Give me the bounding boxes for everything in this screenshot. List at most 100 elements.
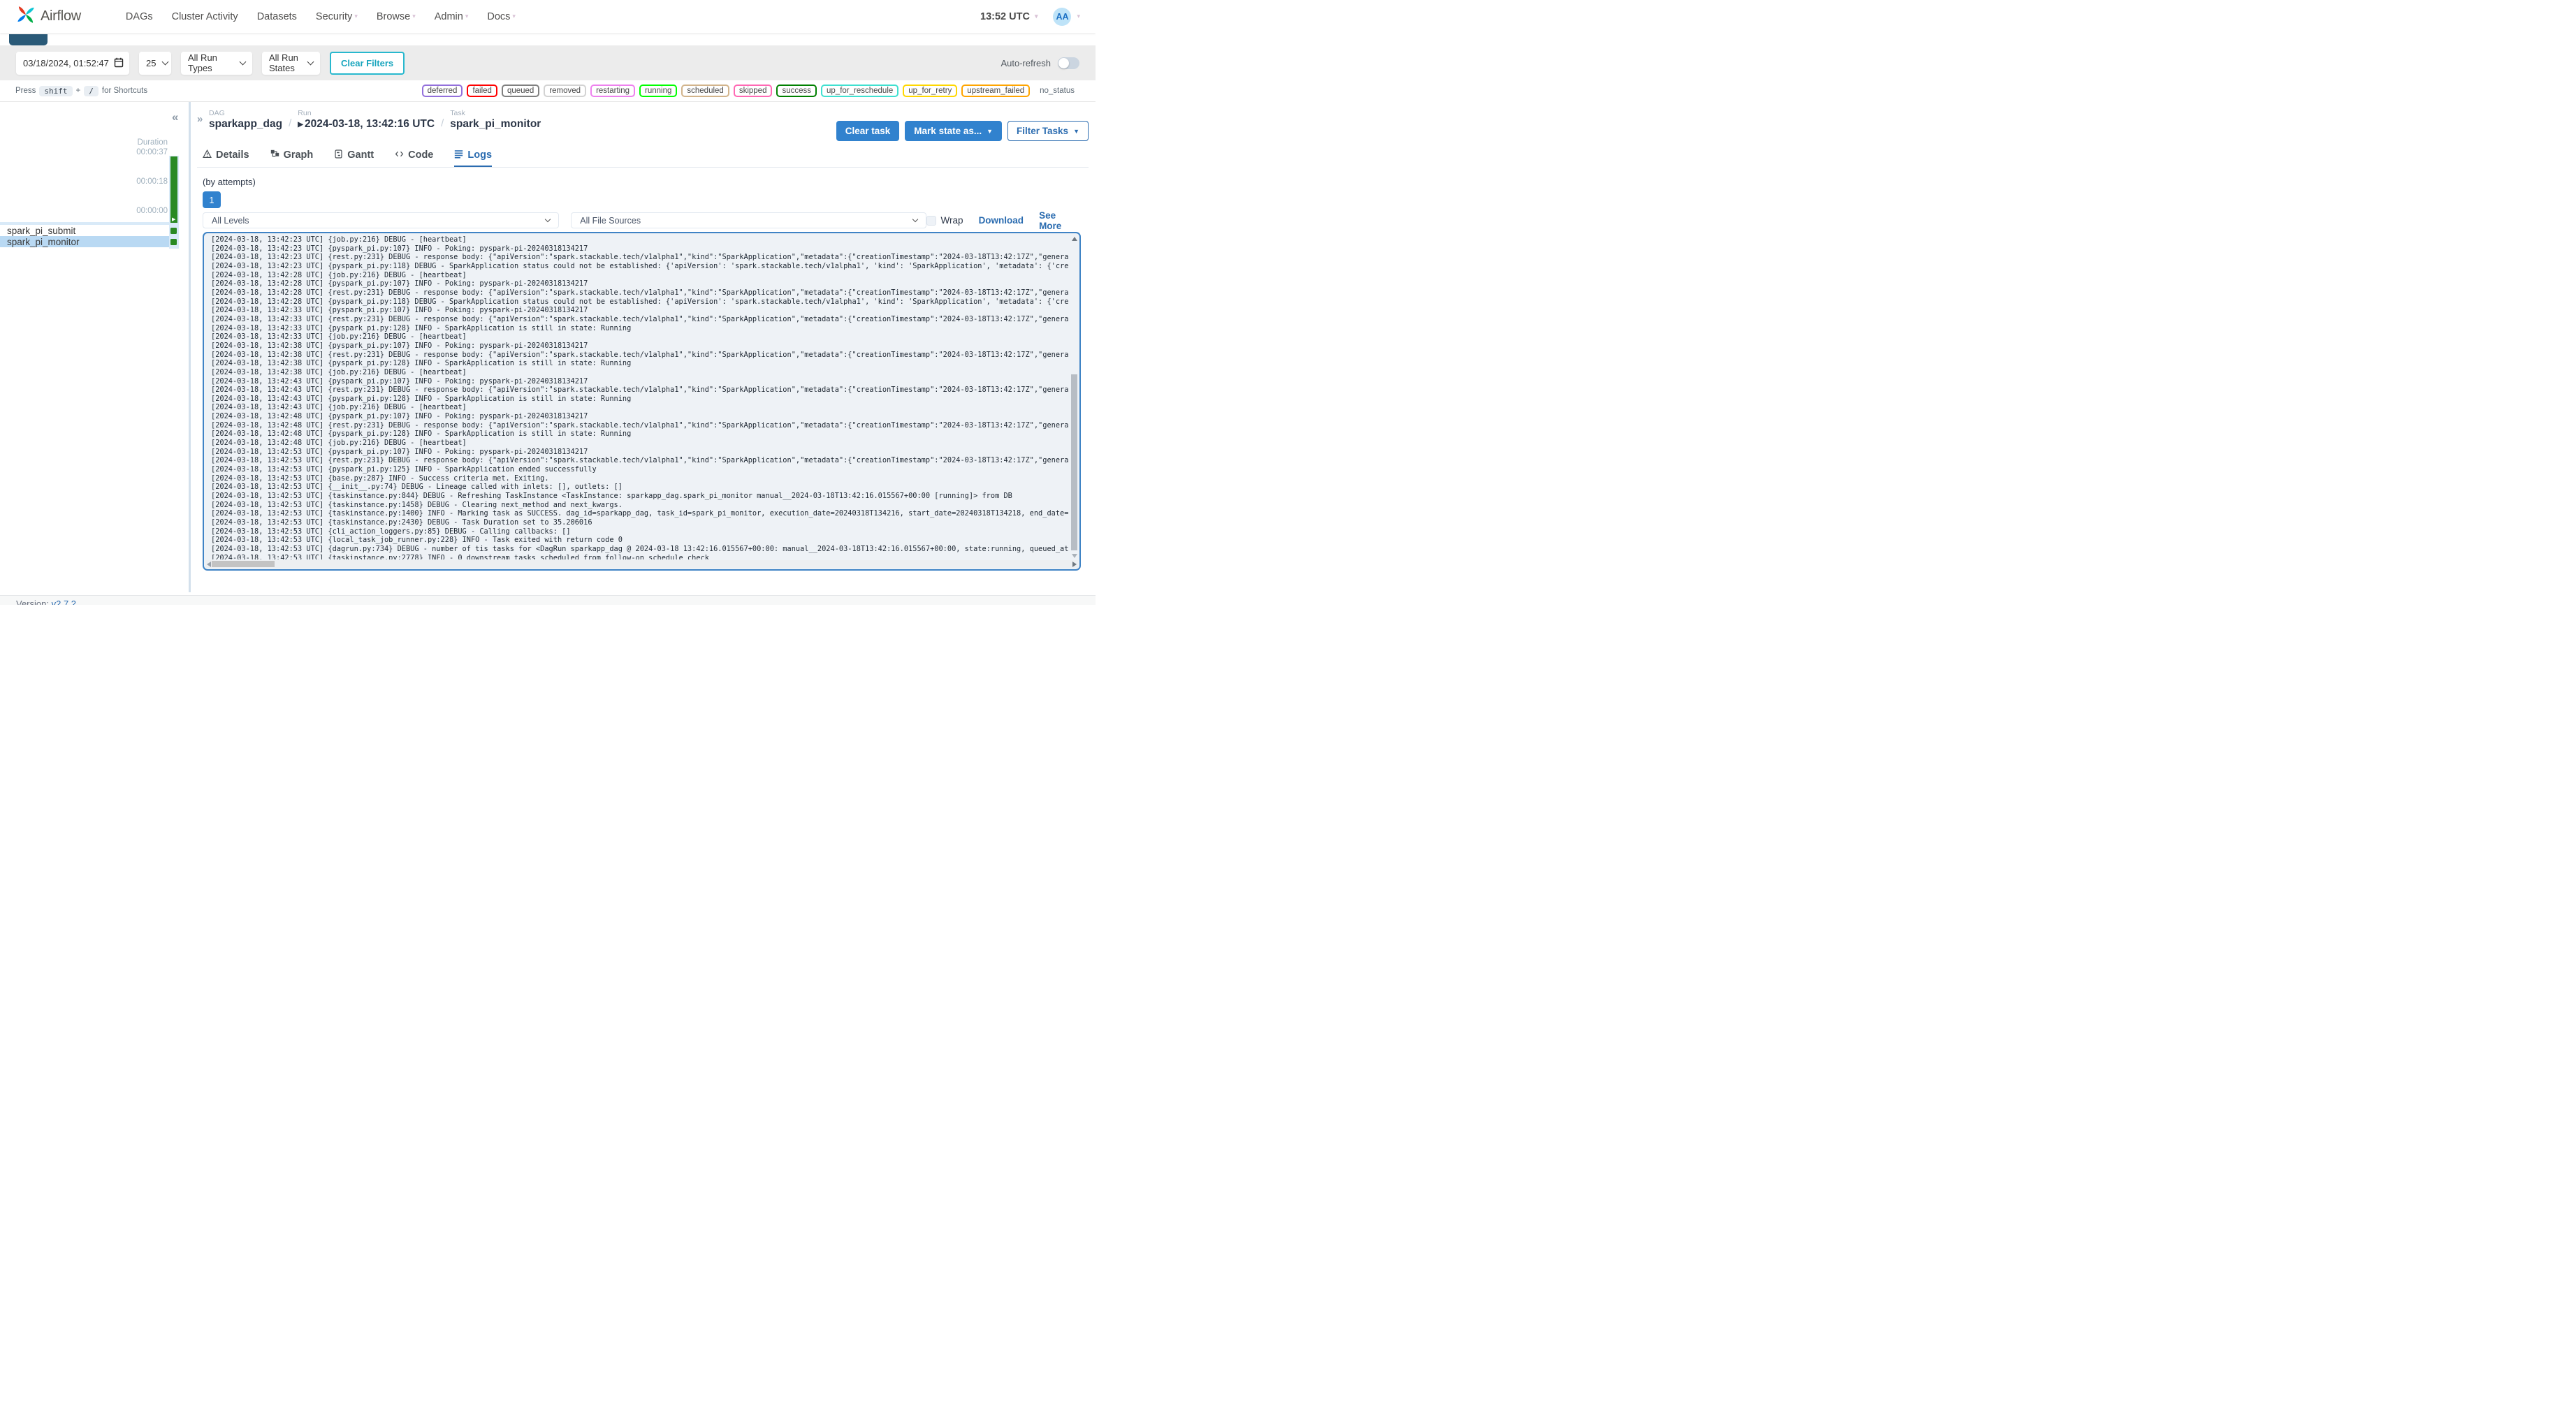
chevron-down-icon — [307, 58, 314, 65]
vertical-scrollbar-thumb[interactable] — [1071, 374, 1077, 550]
task-link[interactable]: spark_pi_monitor — [450, 118, 541, 131]
nav-admin[interactable]: Admin ▾ — [435, 11, 469, 22]
run-duration-bar[interactable]: ▶ — [170, 156, 177, 223]
log-line: [2024-03-18, 13:42:28 UTC] {rest.py:231}… — [211, 288, 1068, 297]
scroll-down-arrow-icon[interactable] — [1072, 554, 1077, 558]
chevron-down-icon: ▾ — [465, 13, 469, 20]
log-level-select[interactable]: All Levels — [203, 212, 560, 228]
log-line: [2024-03-18, 13:42:28 UTC] {pyspark_pi.p… — [211, 297, 1068, 306]
version-link[interactable]: v2.7.2 — [52, 599, 76, 605]
attempt-1-button[interactable]: 1 — [203, 191, 221, 208]
top-navbar: Airflow DAGs Cluster Activity Datasets S… — [0, 0, 1096, 33]
log-line: [2024-03-18, 13:42:23 UTC] {job.py:216} … — [211, 235, 467, 244]
task-status-square[interactable] — [170, 238, 177, 245]
shift-keycap: shift — [39, 85, 73, 96]
chevron-down-icon: ▾ — [512, 13, 516, 20]
filter-tasks-button[interactable]: Filter Tasks ▼ — [1007, 121, 1089, 141]
mark-state-button[interactable]: Mark state as... ▼ — [905, 121, 1003, 141]
wrap-label: Wrap — [940, 215, 963, 226]
chevron-down-icon: ▾ — [1077, 13, 1080, 20]
breadcrumb: DAG sparkapp_dag / Run ▶ 2024-03-18, 13:… — [209, 109, 541, 131]
tab-logs[interactable]: Logs — [454, 147, 492, 168]
status-badge[interactable]: removed — [544, 85, 587, 97]
download-log-link[interactable]: Download — [979, 215, 1024, 226]
log-line: [2024-03-18, 13:42:33 UTC] {job.py:216} … — [211, 332, 467, 342]
task-row[interactable]: spark_pi_monitor — [0, 236, 179, 247]
graph-nodes-icon — [270, 149, 279, 161]
panel-resizer-handle[interactable] — [189, 102, 191, 592]
nav-datasets[interactable]: Datasets — [257, 11, 297, 22]
collapse-panel-icon[interactable]: « — [172, 110, 178, 124]
scroll-up-arrow-icon[interactable] — [1072, 237, 1077, 241]
main-content: « Duration 00:00:37 00:00:18 00:00:00 ▶ sp… — [0, 101, 1096, 592]
run-link[interactable]: ▶ 2024-03-18, 13:42:16 UTC — [298, 118, 435, 131]
log-line: [2024-03-18, 13:42:33 UTC] {pyspark_pi.p… — [211, 323, 632, 332]
scroll-right-arrow-icon[interactable] — [1072, 562, 1077, 567]
chevron-down-icon — [239, 58, 247, 65]
nav-security[interactable]: Security ▾ — [316, 11, 358, 22]
timezone-selector[interactable]: 13:52 UTC ▾ — [980, 11, 1038, 22]
status-badge[interactable]: upstream_failed — [961, 85, 1031, 97]
chevron-down-icon: ▾ — [1034, 13, 1038, 20]
vertical-scrollbar[interactable] — [1070, 235, 1078, 560]
user-avatar[interactable]: AA — [1053, 7, 1072, 26]
tab-details[interactable]: Details — [203, 147, 249, 168]
axis-tick-label: 00:00:37 — [136, 148, 168, 156]
nav-browse[interactable]: Browse ▾ — [377, 11, 416, 22]
nav-docs[interactable]: Docs ▾ — [487, 11, 516, 22]
auto-refresh-toggle[interactable] — [1058, 57, 1079, 69]
chevron-down-icon — [162, 58, 169, 65]
page-footer: Version: v2.7.2 — [0, 595, 1096, 605]
run-types-select[interactable]: All Run Types — [181, 51, 252, 75]
chevron-down-icon: ▼ — [1073, 127, 1079, 135]
tab-code[interactable]: Code — [395, 147, 433, 168]
scroll-left-arrow-icon[interactable] — [207, 562, 211, 567]
horizontal-scrollbar-thumb[interactable] — [212, 561, 275, 567]
horizontal-scrollbar[interactable] — [205, 560, 1078, 568]
log-line: [2024-03-18, 13:42:28 UTC] {pyspark_pi.p… — [211, 279, 588, 288]
task-row[interactable]: spark_pi_submit — [0, 225, 179, 236]
status-badge[interactable]: failed — [467, 85, 497, 97]
status-badge[interactable]: queued — [501, 85, 540, 97]
brand-text: Airflow — [41, 8, 81, 24]
status-badge[interactable]: scheduled — [681, 85, 729, 97]
log-line: [2024-03-18, 13:42:28 UTC] {job.py:216} … — [211, 270, 467, 279]
nav-dags[interactable]: DAGs — [126, 11, 153, 22]
run-states-select[interactable]: All Run States — [262, 51, 320, 75]
log-line: [2024-03-18, 13:42:33 UTC] {rest.py:231}… — [211, 314, 1068, 323]
status-badge[interactable]: up_for_reschedule — [821, 85, 899, 97]
expand-panel-icon[interactable]: » — [197, 113, 203, 125]
shortcuts-hint: Press shift + / for Shortcuts — [15, 85, 148, 96]
status-badge[interactable]: running — [639, 85, 678, 97]
status-badge[interactable]: up_for_retry — [903, 85, 958, 97]
dag-link[interactable]: sparkapp_dag — [209, 118, 282, 131]
see-more-link[interactable]: See More — [1039, 210, 1081, 231]
task-name: spark_pi_monitor — [7, 236, 80, 247]
nav-cluster-activity[interactable]: Cluster Activity — [172, 11, 238, 22]
log-line: [2024-03-18, 13:42:43 UTC] {pyspark_pi.p… — [211, 376, 588, 386]
calendar-icon[interactable] — [114, 57, 124, 71]
log-line: [2024-03-18, 13:42:43 UTC] {pyspark_pi.p… — [211, 394, 632, 403]
clear-task-button[interactable]: Clear task — [836, 121, 900, 141]
chevron-down-icon: ▾ — [354, 13, 358, 20]
status-badge[interactable]: restarting — [590, 85, 636, 97]
task-status-square[interactable] — [170, 227, 177, 234]
status-badge[interactable]: skipped — [733, 85, 773, 97]
wrap-checkbox[interactable] — [926, 215, 936, 226]
manual-run-play-icon: ▶ — [298, 120, 303, 129]
page-size-select[interactable]: 25 — [139, 51, 171, 75]
navbar-right: 13:52 UTC ▾ AA ▾ — [980, 7, 1080, 26]
status-badge[interactable]: no_status — [1034, 85, 1080, 97]
airflow-logo[interactable]: Airflow — [15, 2, 81, 31]
tab-graph[interactable]: Graph — [270, 147, 313, 168]
status-badge[interactable]: deferred — [421, 85, 463, 97]
log-line: [2024-03-18, 13:42:53 UTC] {__init__.py:… — [211, 483, 623, 492]
wrap-group: Wrap — [926, 215, 963, 226]
status-badge[interactable]: success — [776, 85, 817, 97]
base-date-input[interactable] — [16, 51, 129, 75]
tab-gantt[interactable]: Gantt — [334, 147, 374, 168]
base-date-value[interactable] — [16, 51, 129, 75]
clear-filters-button[interactable]: Clear Filters — [330, 51, 405, 75]
log-line: [2024-03-18, 13:42:38 UTC] {rest.py:231}… — [211, 350, 1068, 359]
log-source-select[interactable]: All File Sources — [571, 212, 926, 228]
